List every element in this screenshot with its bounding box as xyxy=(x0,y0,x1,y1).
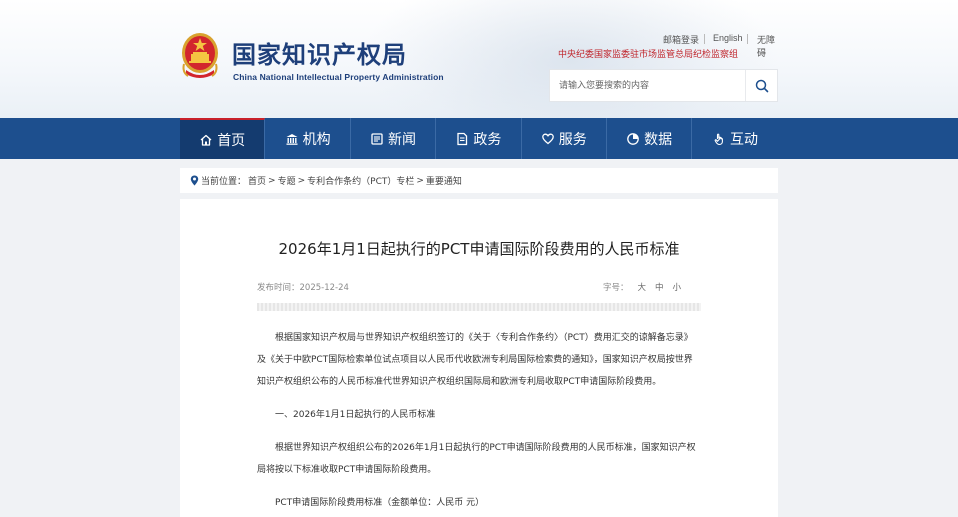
search-box xyxy=(549,69,778,102)
font-size-small[interactable]: 小 xyxy=(672,281,681,293)
article-paragraph: 根据世界知识产权组织公布的2026年1月1日起执行的PCT申请国际阶段费用的人民… xyxy=(257,443,696,475)
main-nav: 首页 机构 新闻 政务 服务 数据 互动 xyxy=(0,118,958,159)
nav-item-label: 数据 xyxy=(644,131,673,148)
site-logo-text[interactable]: 国家知识产权局 xyxy=(232,35,407,70)
nav-item-service[interactable]: 服务 xyxy=(522,118,607,159)
location-pin-icon xyxy=(190,175,199,186)
nav-item-news[interactable]: 新闻 xyxy=(351,118,437,159)
breadcrumb-separator: > xyxy=(268,175,276,186)
breadcrumb-separator: > xyxy=(297,175,306,186)
institution-icon xyxy=(286,133,298,145)
breadcrumb-pct-column[interactable]: 专利合作条约（PCT）专栏 xyxy=(307,174,414,187)
breadcrumb-separator: > xyxy=(416,175,424,186)
article-title: 2026年1月1日起执行的PCT申请国际阶段费用的人民币标准 xyxy=(278,240,680,258)
mail-login-link[interactable]: 邮箱登录 xyxy=(663,33,699,46)
nav-item-label: 新闻 xyxy=(387,131,416,148)
nav-item-label: 服务 xyxy=(558,131,587,148)
breadcrumb-home[interactable]: 首页 xyxy=(248,174,266,187)
document-icon xyxy=(457,132,468,145)
supervise-link[interactable]: 中央纪委国家监委驻市场监管总局纪检监察组 xyxy=(558,47,738,60)
nav-item-data[interactable]: 数据 xyxy=(607,118,693,159)
font-size-large[interactable]: 大 xyxy=(637,281,646,293)
nav-item-home[interactable]: 首页 xyxy=(180,118,266,159)
search-icon xyxy=(755,79,768,92)
font-size-medium[interactable]: 中 xyxy=(655,281,664,293)
site-header: 国家知识产权局 China National Intellectual Prop… xyxy=(0,0,958,118)
breadcrumb-prefix: 当前位置： xyxy=(201,177,247,187)
heart-hand-icon xyxy=(541,133,554,144)
top-links: 邮箱登录 English 无障碍 xyxy=(660,33,780,58)
nav-item-label: 机构 xyxy=(302,131,331,148)
search-input[interactable] xyxy=(550,70,745,101)
article-paragraph: 根据国家知识产权局与世界知识产权组织签订的《关于〈专利合作条约〉（PCT）费用汇… xyxy=(257,333,693,387)
link-separator xyxy=(747,34,748,44)
search-button[interactable] xyxy=(745,70,777,101)
breadcrumb-topics[interactable]: 专题 xyxy=(278,174,296,187)
font-size-control: 字号： 大 中 小 xyxy=(603,281,681,293)
table-caption: PCT申请国际阶段费用标准（金额单位：人民币 元） xyxy=(275,498,485,508)
news-icon xyxy=(371,132,383,145)
nav-item-label: 首页 xyxy=(217,132,246,149)
article-container: 2026年1月1日起执行的PCT申请国际阶段费用的人民币标准 发布时间：2025… xyxy=(180,199,778,517)
nav-item-institution[interactable]: 机构 xyxy=(265,118,351,159)
article-section-heading: 一、2026年1月1日起执行的人民币标准 xyxy=(275,410,436,420)
pie-chart-icon xyxy=(627,132,639,145)
hand-pointer-icon xyxy=(714,133,723,145)
font-size-label: 字号： xyxy=(602,283,629,293)
home-icon xyxy=(200,134,212,146)
national-emblem-icon[interactable] xyxy=(180,30,220,82)
publish-date: 发布时间：2025-12-24 xyxy=(257,283,349,293)
site-logo-english[interactable]: China National Intellectual Property Adm… xyxy=(233,72,444,82)
accessibility-link[interactable]: 无障碍 xyxy=(757,33,780,59)
article-body: 根据国家知识产权局与世界知识产权组织签订的《关于〈专利合作条约〉（PCT）费用汇… xyxy=(257,327,701,517)
breadcrumb: 当前位置： 首页 > 专题 > 专利合作条约（PCT）专栏 > 重要通知 xyxy=(180,168,778,193)
link-separator xyxy=(704,34,705,44)
nav-item-label: 政务 xyxy=(473,131,502,148)
nav-item-interaction[interactable]: 互动 xyxy=(692,118,777,159)
nav-item-label: 互动 xyxy=(730,131,759,148)
english-link[interactable]: English xyxy=(713,33,743,43)
breadcrumb-notices[interactable]: 重要通知 xyxy=(426,174,462,187)
nav-item-government[interactable]: 政务 xyxy=(436,118,522,159)
article-divider xyxy=(257,303,701,311)
